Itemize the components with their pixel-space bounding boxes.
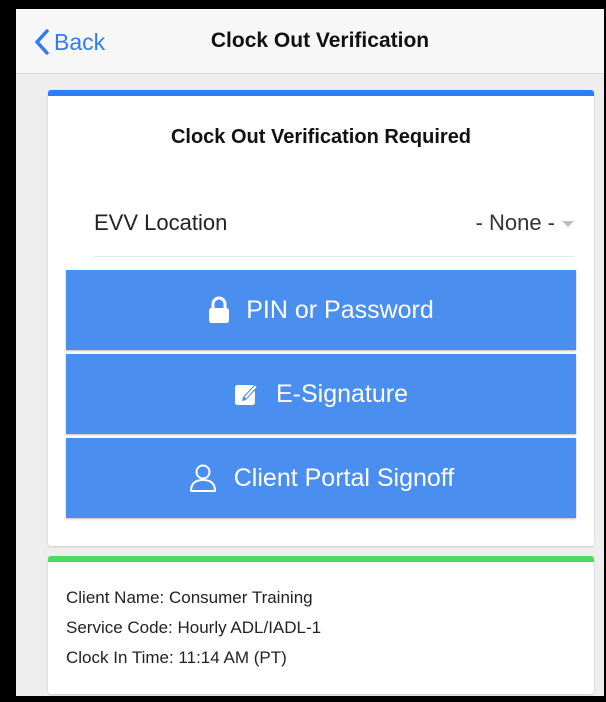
page-title: Clock Out Verification: [210, 29, 430, 52]
app-screen: Back Clock Out Verification Clock Out Ve…: [16, 9, 604, 696]
evv-location-select[interactable]: - None -: [476, 196, 574, 236]
visit-info-card: Client Name: Consumer Training Service C…: [48, 556, 594, 694]
clock-in-time-text: Clock In Time: 11:14 AM (PT): [66, 648, 287, 667]
client-portal-signoff-label: Client Portal Signoff: [233, 463, 455, 492]
client-name-text: Client Name: Consumer Training: [66, 588, 313, 607]
edit-signature-icon: [234, 381, 260, 407]
e-signature-label: E-Signature: [275, 379, 409, 408]
service-code-text: Service Code: Hourly ADL/IADL-1: [66, 618, 322, 637]
pin-or-password-label: PIN or Password: [246, 295, 434, 324]
pin-or-password-button[interactable]: PIN or Password: [66, 270, 576, 350]
lock-icon: [208, 296, 230, 324]
navigation-bar: Back Clock Out Verification: [16, 9, 604, 74]
chevron-down-icon: [562, 221, 574, 227]
card-heading: Clock Out Verification Required: [170, 126, 472, 148]
e-signature-button[interactable]: E-Signature: [66, 354, 576, 434]
user-icon: [188, 463, 218, 493]
verification-card: Clock Out Verification Required EVV Loca…: [48, 90, 594, 546]
evv-location-label: EVV Location: [94, 210, 228, 235]
evv-location-value: - None -: [475, 210, 555, 235]
evv-location-row: EVV Location - None -: [94, 196, 574, 257]
client-portal-signoff-button[interactable]: Client Portal Signoff: [66, 438, 576, 518]
